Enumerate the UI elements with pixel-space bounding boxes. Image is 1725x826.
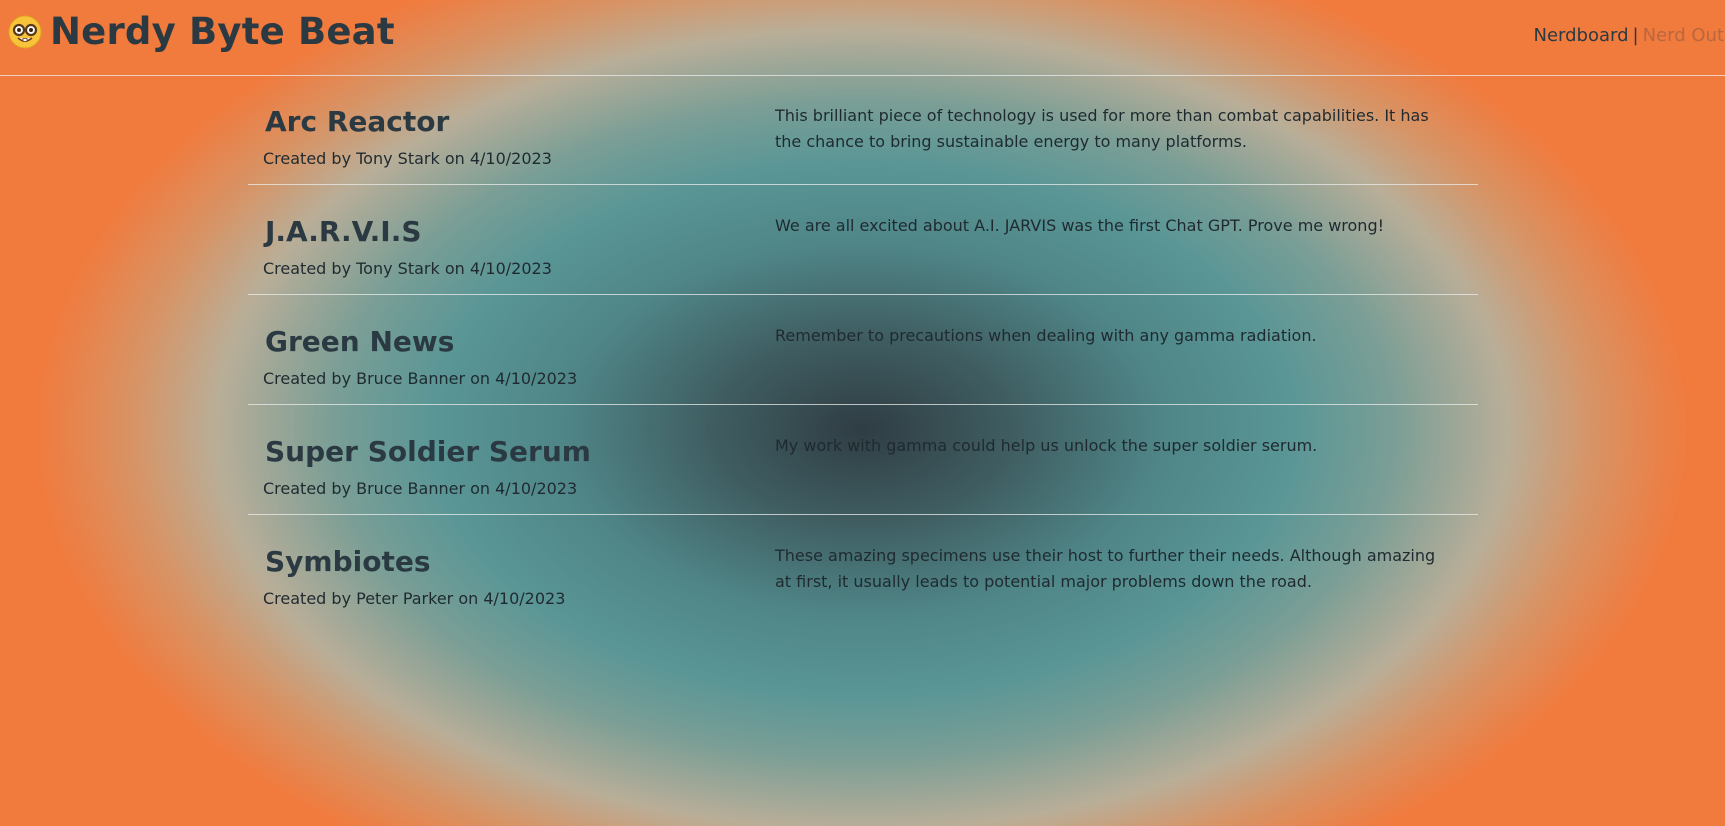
home-link[interactable]: Nerdy Byte Beat (8, 10, 395, 53)
site-title: Nerdy Byte Beat (50, 10, 395, 53)
post-title[interactable]: Symbiotes (265, 545, 431, 578)
post-item[interactable]: Super Soldier Serum Created by Bruce Ban… (248, 405, 1478, 515)
post-item[interactable]: J.A.R.V.I.S Created by Tony Stark on 4/1… (248, 185, 1478, 295)
nav-separator: | (1632, 25, 1639, 46)
post-title[interactable]: Arc Reactor (265, 105, 449, 138)
post-body: These amazing specimens use their host t… (775, 546, 1436, 591)
post-body: We are all excited about A.I. JARVIS was… (775, 216, 1385, 235)
post-meta: Created by Peter Parker on 4/10/2023 (263, 589, 566, 608)
post-meta: Created by Bruce Banner on 4/10/2023 (263, 369, 578, 388)
post-body: This brilliant piece of technology is us… (775, 106, 1429, 151)
post-item[interactable]: Arc Reactor Created by Tony Stark on 4/1… (248, 75, 1478, 185)
post-meta: Created by Tony Stark on 4/10/2023 (263, 149, 552, 168)
post-title[interactable]: J.A.R.V.I.S (265, 215, 422, 248)
top-nav: Nerdboard | Nerd Out (1533, 25, 1724, 46)
post-title[interactable]: Super Soldier Serum (265, 435, 591, 468)
nerd-face-icon (8, 15, 42, 49)
post-list: Arc Reactor Created by Tony Stark on 4/1… (248, 75, 1478, 624)
post-meta: Created by Tony Stark on 4/10/2023 (263, 259, 552, 278)
nav-link-nerd-out[interactable]: Nerd Out (1643, 25, 1724, 46)
post-title[interactable]: Green News (265, 325, 454, 358)
nav-link-nerdboard[interactable]: Nerdboard (1533, 25, 1628, 46)
site-header: Nerdy Byte Beat Nerdboard | Nerd Out (0, 0, 1725, 76)
post-body: My work with gamma could help us unlock … (775, 436, 1318, 455)
post-item[interactable]: Green News Created by Bruce Banner on 4/… (248, 295, 1478, 405)
post-item[interactable]: Symbiotes Created by Peter Parker on 4/1… (248, 515, 1478, 624)
post-body: Remember to precautions when dealing wit… (775, 326, 1317, 345)
post-meta: Created by Bruce Banner on 4/10/2023 (263, 479, 578, 498)
